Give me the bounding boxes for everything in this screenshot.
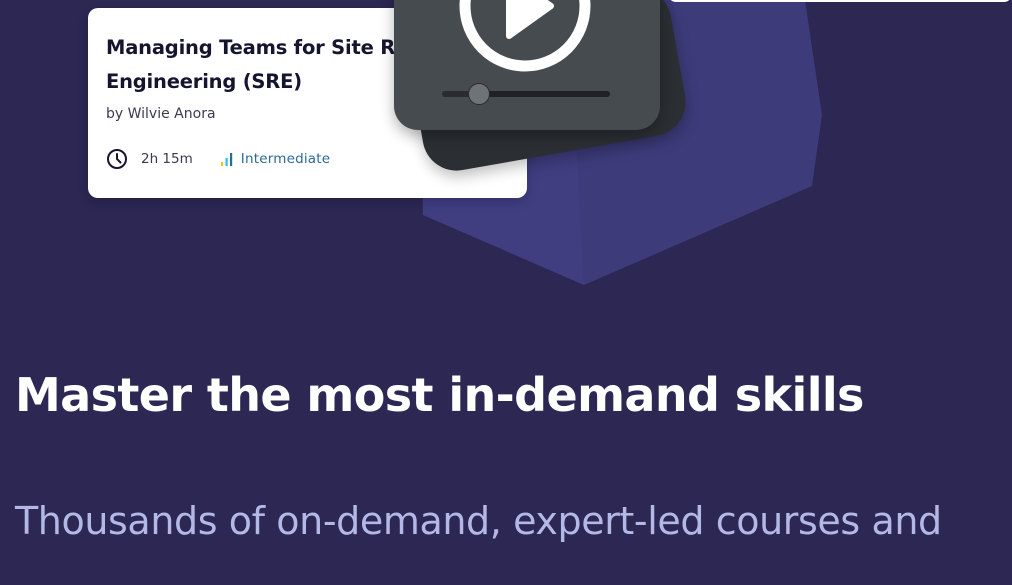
clock-icon xyxy=(107,149,127,169)
course-author: by Wilvie Anora xyxy=(106,106,216,122)
background-course-card xyxy=(668,0,1012,2)
course-meta: 2h 15m Intermediate xyxy=(106,148,330,170)
video-player[interactable] xyxy=(394,0,660,130)
course-duration: 2h 15m xyxy=(141,151,193,167)
course-level: Intermediate xyxy=(240,151,331,167)
play-icon[interactable] xyxy=(455,0,595,76)
video-progress-handle[interactable] xyxy=(467,83,490,105)
hero-subheadline: Thousands of on-demand, expert-led cours… xyxy=(15,499,942,543)
signal-bars-icon xyxy=(220,153,232,166)
hero-headline: Master the most in-demand skills xyxy=(15,368,864,422)
video-progress-bar[interactable] xyxy=(442,83,610,105)
